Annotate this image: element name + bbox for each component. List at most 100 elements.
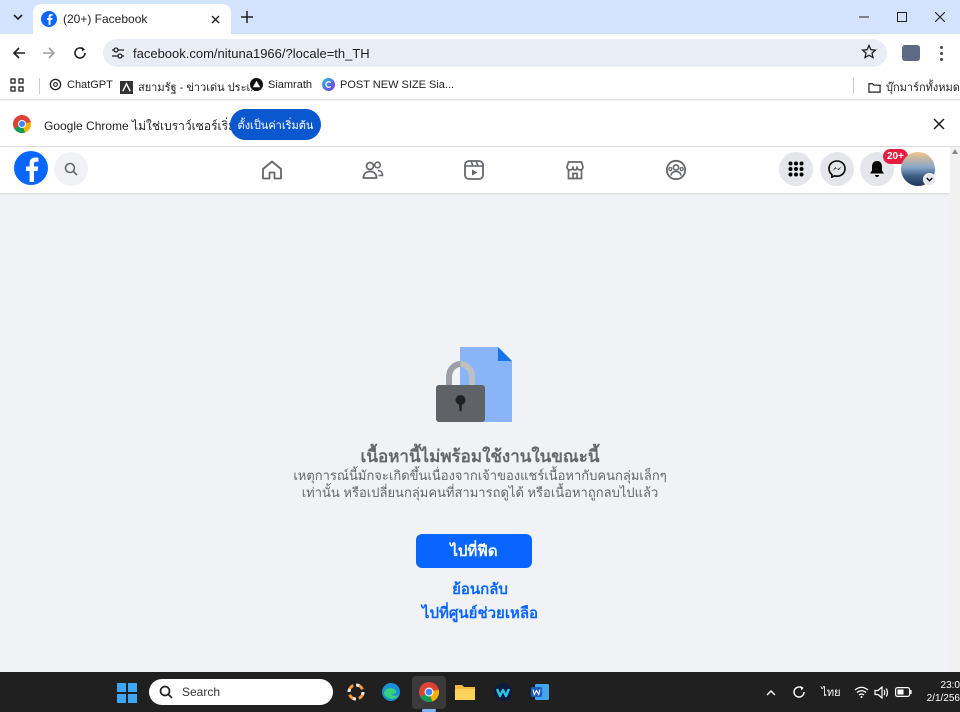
bookmark-siamrath[interactable]: Siamrath — [250, 78, 312, 91]
browser-tab-facebook[interactable]: (20+) Facebook — [33, 4, 231, 34]
clock-time: 23:0 — [940, 680, 960, 691]
new-tab-button[interactable] — [238, 8, 256, 26]
nav-home[interactable] — [259, 157, 285, 183]
facebook-header: 20+ — [0, 147, 950, 193]
site-info-icon[interactable] — [111, 46, 125, 60]
all-bookmarks-label: บุ๊กมาร์กทั้งหมด — [886, 82, 960, 94]
nav-friends[interactable] — [360, 157, 386, 183]
wifi-icon[interactable] — [853, 684, 869, 700]
clock-date: 2/1/256 — [926, 693, 960, 704]
arrow-left-icon — [12, 47, 25, 59]
bookmark-chatgpt[interactable]: ChatGPT — [49, 78, 113, 91]
bookmark-star-icon[interactable] — [861, 44, 877, 60]
nav-marketplace[interactable] — [562, 157, 588, 183]
friends-icon — [362, 161, 384, 179]
facebook-search-button[interactable] — [54, 152, 88, 186]
infobar-message: Google Chrome ไม่ใช่เบราว์เซอร์เริ่มต้น — [44, 119, 252, 133]
bookmarks-divider — [39, 78, 40, 94]
address-bar[interactable]: facebook.com/nituna1966/?locale=th_TH — [103, 39, 887, 67]
tab-title: (20+) Facebook — [63, 12, 148, 26]
page-description: เหตุการณ์นี้มักจะเกิดขึ้นเนื่องจากเจ้าขอ… — [293, 468, 667, 500]
reload-button[interactable] — [70, 43, 90, 63]
page-heading: เนื้อหานี้ไม่พร้อมใช้งานในขณะนี้ — [360, 447, 600, 466]
edge-icon[interactable] — [378, 679, 404, 705]
file-explorer-icon[interactable] — [452, 679, 478, 705]
taskbar-search-box[interactable]: Search — [149, 679, 333, 705]
folder-icon — [868, 82, 881, 93]
word-icon[interactable] — [527, 679, 553, 705]
canva-icon — [322, 78, 335, 91]
scroll-up-arrow-icon[interactable] — [952, 149, 958, 154]
chrome-menu-icon[interactable] — [932, 44, 950, 62]
nav-groups[interactable] — [663, 157, 689, 183]
account-chevron-down-icon[interactable] — [923, 173, 936, 186]
default-browser-infobar: Google Chrome ไม่ใช่เบราว์เซอร์เริ่มต้น … — [0, 101, 960, 147]
battery-icon[interactable] — [894, 684, 912, 700]
messenger-icon — [828, 160, 846, 178]
bookmarks-divider — [853, 78, 854, 94]
all-bookmarks-folder[interactable]: บุ๊กมาร์กทั้งหมด — [868, 78, 960, 96]
page-scrollbar[interactable] — [950, 147, 960, 672]
infobar-close-icon[interactable] — [932, 117, 946, 131]
input-language[interactable]: ไทย — [820, 684, 842, 700]
maximize-button[interactable] — [884, 0, 920, 34]
windows-start-icon[interactable] — [117, 683, 137, 703]
browser-toolbar: facebook.com/nituna1966/?locale=th_TH — [0, 34, 960, 72]
go-to-feed-button[interactable]: ไปที่ฟีด — [416, 534, 532, 568]
reload-icon — [74, 47, 86, 59]
volume-icon[interactable] — [873, 684, 889, 700]
minimize-button[interactable] — [846, 0, 882, 34]
go-back-link[interactable]: ย้อนกลับ — [380, 577, 580, 601]
facebook-favicon-icon — [41, 11, 57, 27]
siamrath-icon — [120, 80, 133, 94]
messenger-button[interactable] — [820, 152, 854, 186]
browser-tab-strip: (20+) Facebook — [0, 0, 960, 34]
tab-search-button[interactable] — [8, 7, 28, 27]
help-center-link[interactable]: ไปที่ศูนย์ช่วยเหลือ — [380, 601, 580, 625]
content-locked-illustration-icon — [436, 347, 512, 422]
tab-close-icon[interactable] — [207, 11, 223, 27]
windows-taskbar: Search ไทย 23:0 2/1/256 — [0, 672, 960, 712]
close-icon — [935, 12, 945, 22]
bell-icon — [870, 161, 884, 177]
webex-icon[interactable] — [490, 679, 516, 705]
marketplace-icon — [566, 161, 584, 180]
maximize-icon — [897, 12, 907, 22]
forward-button[interactable] — [39, 43, 59, 63]
bookmark-post-new-size[interactable]: POST NEW SIZE Sia... — [322, 78, 454, 91]
chatgpt-icon — [49, 78, 62, 91]
bookmark-label: สยามรัฐ - ข่าวเด่น ประเ... — [138, 82, 260, 94]
arrow-right-icon — [43, 47, 56, 59]
set-default-button[interactable]: ตั้งเป็นค่าเริ่มต้น — [230, 109, 321, 140]
plus-icon — [241, 11, 253, 23]
groups-icon — [665, 159, 687, 181]
sync-icon[interactable] — [790, 684, 808, 700]
minimize-icon — [859, 16, 869, 18]
back-button[interactable] — [9, 43, 29, 63]
facebook-logo-icon[interactable] — [14, 151, 48, 185]
search-icon — [159, 685, 173, 699]
extension-icon[interactable] — [902, 45, 920, 61]
search-icon — [64, 162, 78, 176]
watch-icon — [464, 160, 484, 180]
bookmark-label: ChatGPT — [67, 78, 113, 91]
close-window-button[interactable] — [922, 0, 958, 34]
bookmark-label: POST NEW SIZE Sia... — [340, 78, 455, 91]
taskbar-search-placeholder: Search — [182, 685, 221, 699]
tray-chevron-up-icon[interactable] — [764, 684, 778, 700]
chrome-taskbar-icon[interactable] — [416, 679, 442, 705]
chrome-logo-icon — [13, 115, 31, 133]
url-text[interactable]: facebook.com/nituna1966/?locale=th_TH — [133, 46, 370, 61]
chevron-down-icon — [13, 14, 23, 21]
taskbar-app-circle-icon[interactable] — [343, 679, 369, 705]
taskbar-clock[interactable]: 23:0 2/1/256 — [918, 679, 960, 705]
nav-watch[interactable] — [461, 157, 487, 183]
bookmark-siamrath-news[interactable]: สยามรัฐ - ข่าวเด่น ประเ... — [120, 78, 259, 96]
bookmarks-bar: ChatGPT สยามรัฐ - ข่าวเด่น ประเ... Siamr… — [0, 72, 960, 100]
menu-grid-icon — [788, 161, 804, 177]
apps-grid-icon[interactable] — [10, 78, 24, 92]
bookmark-label: Siamrath — [268, 78, 313, 91]
menu-button[interactable] — [779, 152, 813, 186]
home-icon — [262, 160, 282, 180]
siamrath-triangle-icon — [250, 78, 263, 91]
